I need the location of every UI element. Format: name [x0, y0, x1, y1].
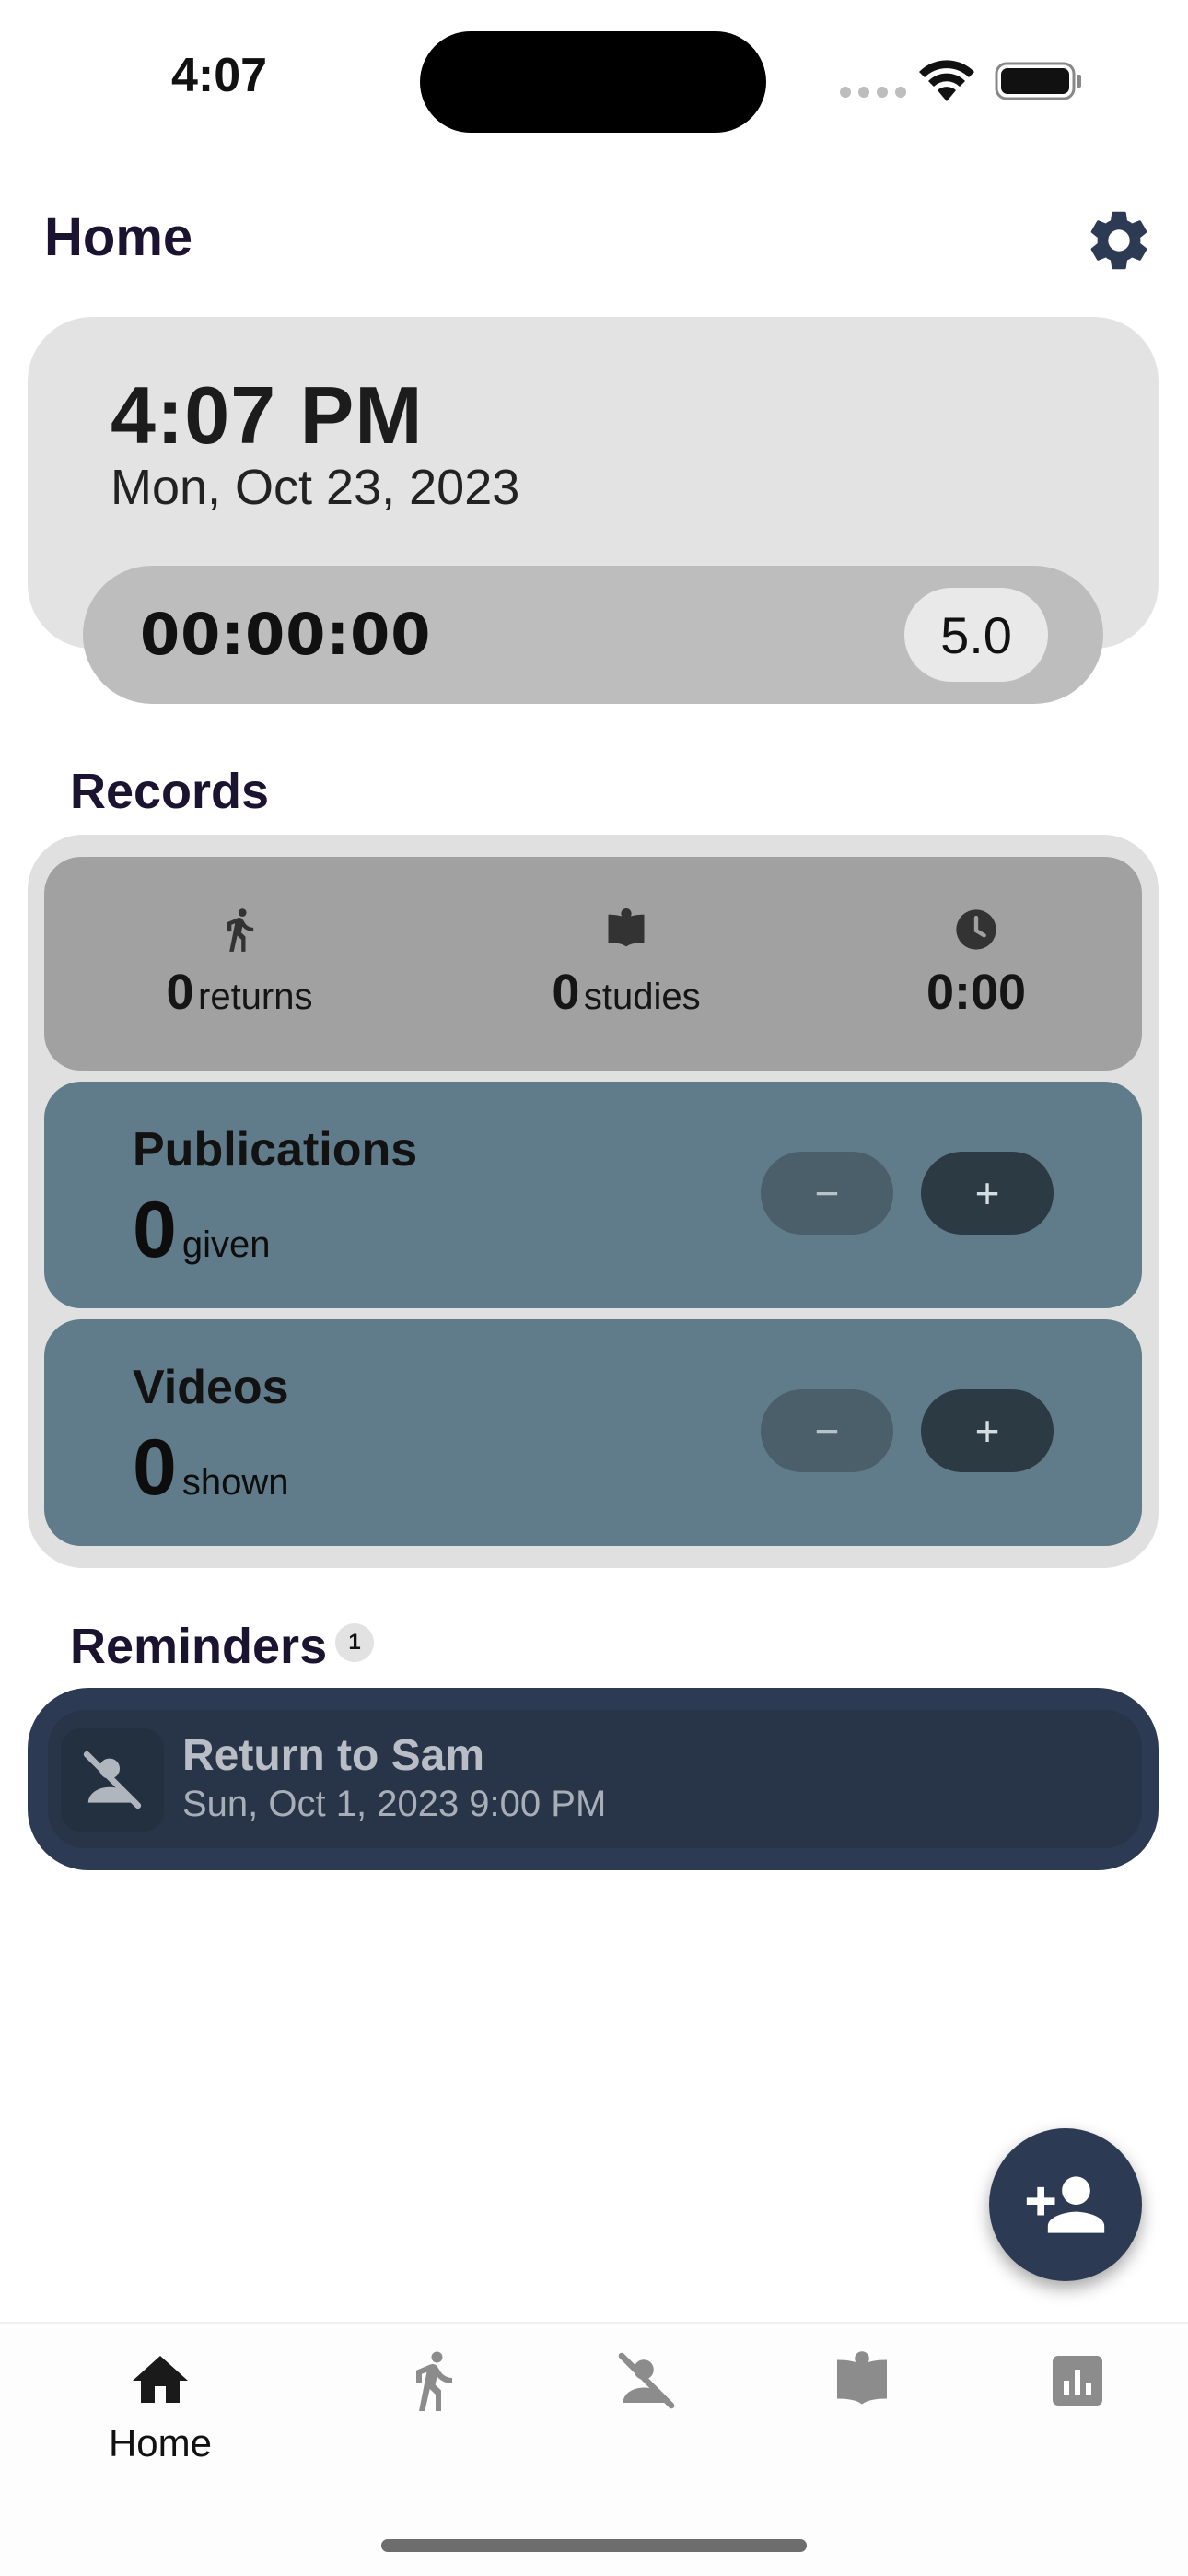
returns-count: 0 — [166, 965, 194, 1020]
publications-decrement-button[interactable]: − — [761, 1152, 893, 1235]
add-person-button[interactable] — [989, 2128, 1142, 2281]
nav-studies[interactable] — [798, 2348, 926, 2414]
walking-person-icon — [416, 2351, 452, 2411]
person-off-icon — [83, 1751, 142, 1809]
publications-card: Publications 0 given − + — [44, 1082, 1142, 1308]
reminders-count-badge: 1 — [335, 1623, 374, 1662]
nav-home-label: Home — [108, 2421, 213, 2465]
nav-home[interactable]: Home — [96, 2348, 225, 2465]
dynamic-island — [420, 31, 766, 133]
videos-card: Videos 0 shown − + — [44, 1319, 1142, 1546]
reminder-date: Sun, Oct 1, 2023 9:00 PM — [182, 1784, 607, 1824]
videos-decrement-button[interactable]: − — [761, 1389, 893, 1472]
walking-person-icon — [227, 908, 254, 952]
nav-not-at-home[interactable] — [582, 2348, 711, 2414]
videos-increment-button[interactable]: + — [921, 1389, 1054, 1472]
stat-studies[interactable]: 0 studies — [516, 903, 737, 1021]
current-date: Mon, Oct 23, 2023 — [111, 460, 520, 515]
nav-returns[interactable] — [368, 2348, 497, 2414]
records-heading: Records — [70, 764, 270, 819]
gear-icon[interactable] — [1083, 205, 1155, 276]
publications-count: 0 — [133, 1186, 177, 1274]
bar-chart-icon — [1053, 2356, 1102, 2406]
current-time: 4:07 PM — [111, 369, 424, 461]
rate-chip[interactable]: 5.0 — [904, 588, 1048, 682]
publications-title: Publications — [133, 1123, 418, 1177]
publications-increment-button[interactable]: + — [921, 1152, 1054, 1235]
stat-returns[interactable]: 0 returns — [129, 903, 350, 1021]
add-person-icon — [1026, 2176, 1105, 2233]
reminder-title: Return to Sam — [182, 1731, 485, 1780]
person-off-icon — [618, 2352, 675, 2409]
publications-unit: given — [181, 1224, 271, 1265]
hours-total: 0:00 — [926, 965, 1027, 1020]
videos-title: Videos — [133, 1361, 289, 1414]
clock-icon — [956, 909, 996, 950]
status-bar-time: 4:07 — [171, 49, 268, 102]
home-icon — [133, 2356, 188, 2403]
videos-count: 0 — [133, 1423, 177, 1512]
timer-display: 00:00:00 — [140, 601, 432, 668]
battery-icon — [995, 62, 1081, 100]
returns-label: returns — [198, 977, 313, 1017]
reminders-heading: Reminders — [70, 1619, 328, 1674]
nav-reports[interactable] — [1013, 2348, 1142, 2414]
open-book-icon — [608, 908, 645, 947]
cellular-signal-icon — [840, 87, 906, 98]
open-book-icon — [837, 2351, 887, 2405]
studies-count: 0 — [552, 965, 580, 1020]
studies-label: studies — [583, 977, 701, 1017]
wifi-icon — [919, 60, 974, 101]
page-title: Home — [44, 207, 193, 267]
home-indicator[interactable] — [381, 2539, 807, 2552]
stat-hours[interactable]: 0:00 — [884, 903, 1068, 1021]
videos-unit: shown — [181, 1462, 289, 1503]
reminder-icon-container — [61, 1728, 164, 1832]
